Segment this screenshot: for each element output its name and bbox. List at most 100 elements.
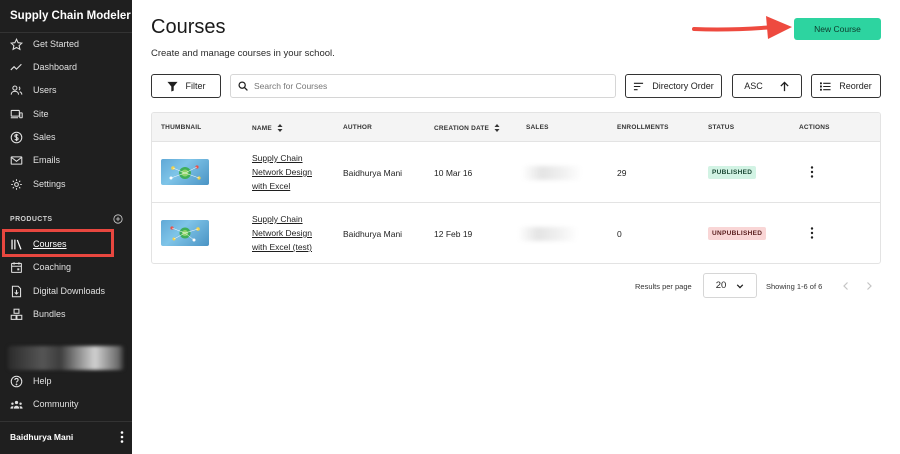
sidebar-item-site[interactable]: Site (0, 104, 132, 124)
arrow-up-icon (780, 80, 789, 91)
course-name-link[interactable]: Supply Chain Network Design with Excel (… (252, 212, 322, 254)
chevron-left-icon[interactable] (842, 281, 850, 291)
filter-button-label: Filter (185, 81, 206, 91)
course-thumbnail[interactable] (161, 159, 209, 185)
results-per-page-select[interactable]: 20 (703, 273, 757, 298)
bundle-icon (9, 307, 23, 321)
sidebar-item-help[interactable]: Help (0, 371, 132, 391)
sidebar-item-sales[interactable]: Sales (0, 127, 132, 147)
sort-direction-button[interactable]: ASC (732, 74, 802, 98)
sidebar-item-label: Help (33, 376, 52, 386)
sidebar-item-label: Sales (33, 132, 56, 142)
gear-icon (9, 177, 23, 191)
sidebar-item-get-started[interactable]: Get Started (0, 34, 132, 54)
users-icon (9, 83, 23, 97)
sort-lines-icon (634, 82, 644, 90)
course-creation-date: 10 Mar 16 (434, 168, 473, 178)
row-actions-button[interactable] (808, 165, 816, 179)
sidebar-item-label: Bundles (33, 309, 66, 319)
search-input[interactable] (254, 81, 594, 91)
table-row: Supply Chain Network Design with Excel B… (152, 142, 880, 203)
sidebar-item-bundles[interactable]: Bundles (0, 304, 132, 324)
add-circle-icon[interactable] (113, 214, 123, 224)
course-thumbnail[interactable] (161, 220, 209, 246)
page-subtitle: Create and manage courses in your school… (151, 48, 335, 59)
reorder-button[interactable]: Reorder (811, 74, 881, 98)
chevron-down-icon (737, 283, 744, 288)
more-vertical-icon (810, 227, 814, 239)
sidebar-item-emails[interactable]: Emails (0, 150, 132, 170)
sidebar-item-dashboard[interactable]: Dashboard (0, 57, 132, 77)
course-creation-date: 12 Feb 19 (434, 229, 473, 239)
column-header-name[interactable]: NAME (252, 124, 283, 132)
pointer-arrow-annotation (692, 16, 792, 39)
download-file-icon (9, 284, 23, 298)
search-icon (238, 81, 248, 91)
sort-arrows-icon[interactable] (277, 124, 283, 132)
course-sales-redacted (518, 227, 578, 241)
chevron-right-icon[interactable] (865, 281, 873, 291)
calendar-icon (9, 260, 23, 274)
more-vertical-icon[interactable] (118, 430, 126, 444)
trend-line-icon (9, 60, 23, 74)
status-badge: PUBLISHED (708, 166, 757, 179)
sidebar-item-label: Users (33, 85, 57, 95)
sidebar-footer-divider (0, 421, 132, 422)
sort-direction-label: ASC (744, 81, 763, 91)
column-header-author: AUTHOR (343, 124, 373, 131)
more-vertical-icon (810, 166, 814, 178)
courses-table: THUMBNAIL NAME AUTHOR CREATION DATE SALE… (151, 112, 881, 264)
sidebar-item-label: Emails (33, 155, 61, 165)
course-author: Baidhurya Mani (343, 229, 403, 239)
current-user-name[interactable]: Baidhurya Mani (10, 432, 73, 442)
table-header: THUMBNAIL NAME AUTHOR CREATION DATE SALE… (152, 113, 880, 142)
column-header-thumbnail: THUMBNAIL (161, 124, 202, 131)
products-section-label: PRODUCTS (10, 216, 53, 223)
sidebar-item-users[interactable]: Users (0, 80, 132, 100)
new-course-button[interactable]: New Course (794, 18, 881, 40)
sidebar-item-label: Get Started (33, 39, 80, 49)
list-icon (820, 81, 831, 91)
filter-button[interactable]: Filter (151, 74, 221, 98)
sidebar-item-label: Site (33, 109, 49, 119)
column-header-creation-date[interactable]: CREATION DATE (434, 124, 500, 132)
column-header-status: STATUS (708, 124, 735, 131)
help-icon (9, 374, 23, 388)
sidebar-item-label: Dashboard (33, 62, 78, 72)
course-sales-redacted (522, 166, 582, 180)
star-icon (9, 37, 23, 51)
sidebar-item-label: Community (33, 399, 79, 409)
devices-icon (9, 107, 23, 121)
sidebar-item-digital-downloads[interactable]: Digital Downloads (0, 281, 132, 301)
sidebar-item-settings[interactable]: Settings (0, 174, 132, 194)
sidebar: Supply Chain Modeler Get Started Dashboa… (0, 0, 132, 454)
search-bar[interactable] (230, 74, 616, 98)
page-title: Courses (151, 16, 226, 38)
course-enrollments: 29 (617, 168, 627, 178)
status-badge: UNPUBLISHED (708, 227, 767, 240)
reorder-label: Reorder (839, 81, 872, 91)
course-author: Baidhurya Mani (343, 168, 403, 178)
directory-order-label: Directory Order (652, 81, 714, 91)
row-actions-button[interactable] (808, 226, 816, 240)
app-root: Supply Chain Modeler Get Started Dashboa… (0, 0, 900, 454)
sort-arrows-icon[interactable] (494, 124, 500, 132)
blurred-user-card (8, 346, 124, 370)
column-header-actions: ACTIONS (799, 124, 830, 131)
directory-order-button[interactable]: Directory Order (625, 74, 722, 98)
column-header-sales: SALES (526, 124, 549, 131)
column-header-enrollments: ENROLLMENTS (617, 124, 669, 131)
course-enrollments: 0 (617, 229, 622, 239)
table-row: Supply Chain Network Design with Excel (… (152, 203, 880, 263)
sidebar-item-label: Settings (33, 179, 66, 189)
filter-icon (166, 81, 178, 92)
brand-divider (0, 32, 132, 33)
sidebar-item-community[interactable]: Community (0, 394, 132, 414)
community-icon (9, 397, 23, 411)
results-count: Showing 1-6 of 6 (766, 282, 823, 291)
school-brand[interactable]: Supply Chain Modeler (10, 10, 131, 22)
course-name-link[interactable]: Supply Chain Network Design with Excel (252, 151, 322, 193)
courses-highlight-annotation (2, 229, 114, 257)
dollar-icon (9, 130, 23, 144)
sidebar-item-coaching[interactable]: Coaching (0, 257, 132, 277)
